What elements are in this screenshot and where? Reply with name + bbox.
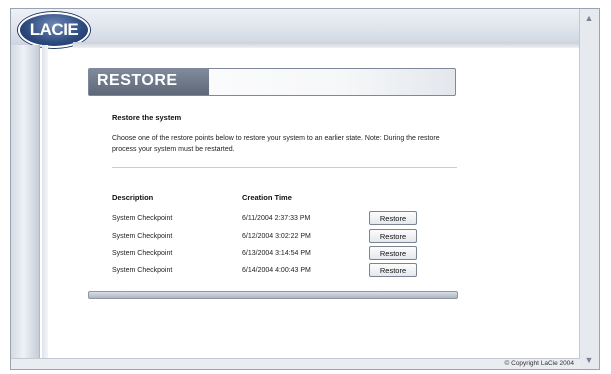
table-row: System Checkpoint 6/13/2004 3:14:54 PM R… [0, 246, 611, 264]
row-creation-time: 6/11/2004 2:37:33 PM [242, 215, 311, 222]
page-title: RESTORE [97, 72, 178, 89]
column-header-description: Description [112, 193, 154, 202]
row-creation-time: 6/14/2004 4:00:43 PM [242, 267, 311, 274]
column-header-creation-time: Creation Time [242, 193, 292, 202]
table-row: System Checkpoint 6/12/2004 3:02:22 PM R… [0, 229, 611, 247]
row-description: System Checkpoint [112, 250, 173, 257]
section-heading: Restore the system [112, 113, 182, 122]
restore-button[interactable]: Restore [369, 229, 417, 243]
chevron-up-icon[interactable]: ▲ [582, 11, 596, 25]
header-divider [73, 42, 580, 48]
left-sidebar-inner-stripe [42, 45, 48, 361]
restore-button[interactable]: Restore [369, 211, 417, 225]
row-description: System Checkpoint [112, 267, 173, 274]
row-creation-time: 6/13/2004 3:14:54 PM [242, 250, 311, 257]
row-description: System Checkpoint [112, 233, 173, 240]
row-description: System Checkpoint [112, 215, 173, 222]
table-row: System Checkpoint 6/11/2004 2:37:33 PM R… [0, 211, 611, 229]
left-sidebar-stripe [11, 45, 40, 361]
description-text: Choose one of the restore points below t… [112, 135, 440, 153]
restore-button[interactable]: Restore [369, 263, 417, 277]
header-band: LACIE [11, 9, 580, 48]
restore-button[interactable]: Restore [369, 246, 417, 260]
vertical-scrollbar[interactable]: ▲ ▼ [579, 9, 599, 369]
section-divider [112, 167, 457, 168]
copyright-text: © Copyright LaCie 2004 [504, 360, 574, 367]
browser-window: LACIE ▲ ▼ © Copyright LaCie 2004 [10, 8, 600, 370]
restore-banner: RESTORE [88, 68, 456, 96]
chevron-down-icon[interactable]: ▼ [582, 353, 596, 367]
bottom-panel-bar [88, 291, 458, 299]
row-creation-time: 6/12/2004 3:02:22 PM [242, 233, 311, 240]
status-bar: © Copyright LaCie 2004 [11, 358, 580, 369]
table-row: System Checkpoint 6/14/2004 4:00:43 PM R… [0, 263, 611, 281]
